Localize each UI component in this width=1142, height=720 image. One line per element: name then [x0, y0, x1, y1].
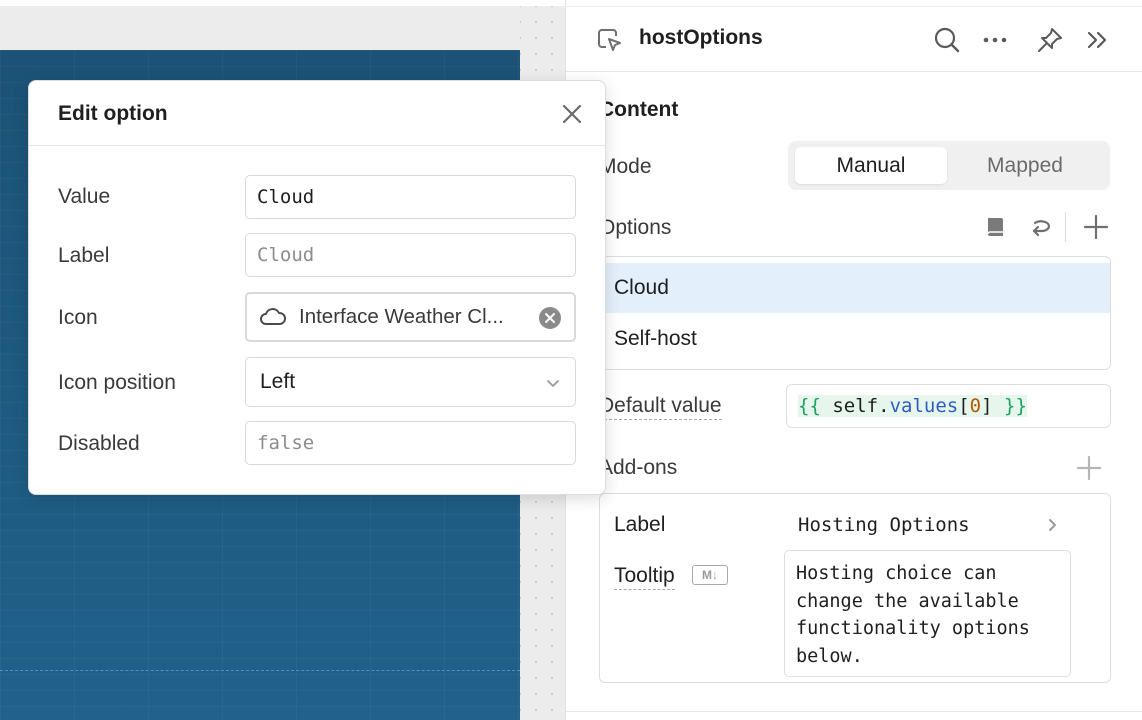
- disabled-input[interactable]: false: [245, 421, 576, 465]
- expr-left-bracket: [: [958, 395, 970, 417]
- default-value-label: Default value: [599, 394, 722, 420]
- expr-close-brace: }}: [1004, 395, 1027, 417]
- canvas-guide-line: [0, 670, 520, 671]
- clear-icon[interactable]: [538, 306, 562, 330]
- chevron-down-icon: [545, 375, 561, 389]
- icon-select[interactable]: Interface Weather Cl...: [245, 292, 576, 342]
- content-section-title: Content: [599, 98, 679, 121]
- expr-right-bracket: ]: [981, 395, 993, 417]
- add-option-icon[interactable]: [1082, 213, 1110, 241]
- expr-index: 0: [969, 395, 982, 417]
- value-input-text: Cloud: [257, 186, 315, 208]
- icon-select-value: Interface Weather Cl...: [299, 305, 504, 328]
- cloud-icon: [259, 305, 287, 329]
- value-label: Value: [58, 185, 111, 208]
- option-item-self-host[interactable]: Self-host: [600, 314, 1110, 364]
- options-label: Options: [599, 216, 672, 239]
- label-input-placeholder: Cloud: [257, 244, 315, 266]
- chevron-right-icon[interactable]: [1044, 516, 1060, 534]
- add-addon-icon[interactable]: [1075, 454, 1103, 482]
- mode-manual-button[interactable]: Manual: [795, 147, 947, 184]
- search-icon[interactable]: [932, 25, 962, 55]
- options-list: Cloud Self-host: [599, 256, 1111, 370]
- default-value-input[interactable]: {{ self. values[0] }}: [786, 384, 1111, 428]
- component-name[interactable]: hostOptions: [639, 26, 763, 50]
- section-divider: [566, 711, 1142, 712]
- swap-icon[interactable]: [1027, 214, 1053, 240]
- addon-label-value[interactable]: Hosting Options: [798, 514, 970, 536]
- modal-header-divider: [29, 145, 605, 146]
- addon-label-key: Label: [614, 513, 666, 536]
- icon-position-value: Left: [260, 370, 296, 393]
- mode-mapped-button[interactable]: Mapped: [949, 147, 1101, 184]
- mode-label: Mode: [599, 155, 652, 178]
- option-item-cloud[interactable]: Cloud: [600, 263, 1110, 313]
- markdown-badge: M↓: [692, 565, 728, 585]
- component-cursor-icon: [594, 25, 624, 55]
- expr-open-brace: {{: [798, 395, 821, 417]
- canvas-top-strip: [0, 0, 565, 6]
- tooltip-textarea[interactable]: Hosting choice can change the available …: [784, 550, 1071, 677]
- book-icon[interactable]: [983, 214, 1009, 240]
- addons-box: Label Hosting Options Tooltip M↓ Hosting…: [599, 493, 1111, 683]
- icon-label: Icon: [58, 306, 98, 329]
- disabled-label: Disabled: [58, 432, 140, 455]
- addon-tooltip-key: Tooltip: [614, 564, 675, 590]
- mode-segmented-control: Manual Mapped: [788, 141, 1110, 190]
- icon-position-select[interactable]: Left: [245, 357, 576, 407]
- inspector-header: hostOptions: [566, 6, 1142, 72]
- edit-option-modal: Edit option Value Cloud Label Cloud Icon…: [28, 80, 606, 495]
- label-label: Label: [58, 244, 110, 267]
- pin-icon[interactable]: [1035, 25, 1065, 55]
- value-input[interactable]: Cloud: [245, 175, 576, 219]
- close-icon[interactable]: [560, 102, 584, 126]
- expr-object: self: [832, 395, 879, 417]
- toolbar-divider: [1065, 212, 1066, 242]
- label-input[interactable]: Cloud: [245, 233, 576, 277]
- inspector-panel: hostOptions Content Mode Manual Mapped O…: [565, 0, 1142, 720]
- more-options-icon[interactable]: [980, 25, 1010, 55]
- addons-title: Add-ons: [599, 456, 678, 479]
- collapse-panel-icon[interactable]: [1082, 25, 1112, 55]
- icon-position-label: Icon position: [58, 371, 176, 394]
- expr-dot: .: [878, 395, 890, 417]
- modal-title: Edit option: [58, 102, 168, 125]
- expr-property: values: [889, 395, 959, 417]
- disabled-input-placeholder: false: [257, 432, 315, 454]
